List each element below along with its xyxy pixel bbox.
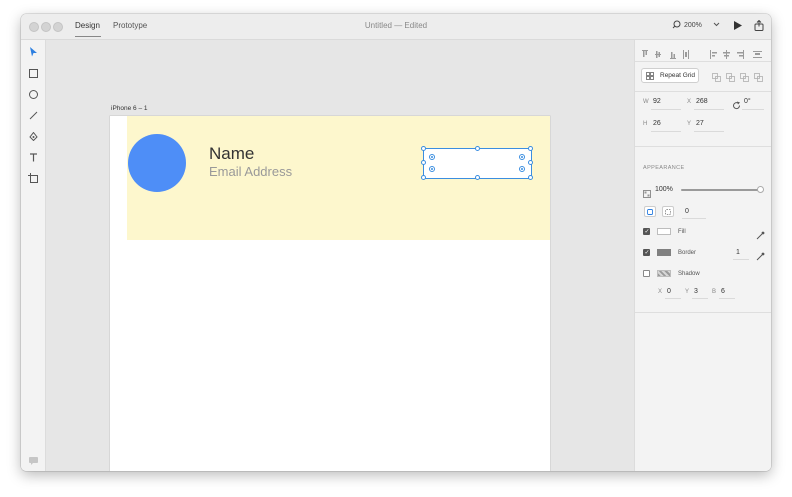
resize-handle[interactable] bbox=[475, 175, 480, 180]
panel-divider bbox=[635, 91, 771, 92]
resize-handle[interactable] bbox=[528, 146, 533, 151]
resize-handle[interactable] bbox=[421, 160, 426, 165]
shadow-y-field[interactable]: 3 bbox=[694, 288, 698, 295]
corner-radius-handle[interactable] bbox=[519, 166, 525, 172]
line-icon[interactable] bbox=[26, 108, 40, 122]
rectangle-icon[interactable] bbox=[26, 66, 40, 80]
play-icon[interactable] bbox=[734, 21, 742, 32]
rotation-underline bbox=[742, 109, 764, 110]
y-underline bbox=[694, 131, 724, 132]
resize-handle[interactable] bbox=[528, 175, 533, 180]
height-underline bbox=[651, 131, 681, 132]
comment-icon[interactable] bbox=[26, 454, 40, 468]
panel-divider bbox=[635, 61, 771, 62]
shadow-blur-field[interactable]: 6 bbox=[721, 288, 725, 295]
share-icon[interactable] bbox=[754, 19, 764, 33]
border-checkbox[interactable] bbox=[643, 249, 650, 256]
shadow-blur-label: B bbox=[712, 289, 717, 295]
artboard-icon[interactable] bbox=[26, 171, 40, 185]
shadow-blur-underline bbox=[719, 298, 735, 299]
width-field[interactable]: 92 bbox=[653, 98, 661, 105]
corner-radius-individual-button[interactable] bbox=[662, 206, 674, 217]
border-label: Border bbox=[678, 250, 697, 256]
document-title: Untitled — Edited bbox=[364, 21, 428, 30]
avatar[interactable] bbox=[128, 134, 186, 192]
shadow-y-underline bbox=[692, 298, 708, 299]
opacity-slider-track[interactable] bbox=[681, 189, 761, 191]
artboard[interactable]: Name Email Address bbox=[110, 116, 550, 471]
search-icon[interactable] bbox=[672, 20, 681, 31]
width-underline bbox=[651, 109, 681, 110]
opacity-slider-thumb[interactable] bbox=[757, 186, 764, 193]
corner-radius-handle[interactable] bbox=[519, 154, 525, 160]
x-underline bbox=[694, 109, 724, 110]
corner-radius-handle[interactable] bbox=[429, 154, 435, 160]
shadow-label: Shadow bbox=[678, 271, 700, 277]
shadow-x-underline bbox=[665, 298, 681, 299]
fill-checkbox[interactable] bbox=[643, 228, 650, 235]
fill-swatch[interactable] bbox=[657, 228, 671, 235]
tab-design-underline bbox=[75, 36, 101, 37]
contact-card[interactable]: Name Email Address bbox=[127, 116, 550, 240]
repeat-grid-label: Repeat Grid bbox=[660, 72, 696, 79]
artboard-label[interactable]: iPhone 6 – 1 bbox=[111, 105, 148, 112]
chevron-down-icon[interactable] bbox=[713, 21, 720, 29]
eyedropper-icon[interactable] bbox=[756, 227, 765, 245]
pen-icon[interactable] bbox=[26, 129, 40, 143]
selected-rectangle[interactable] bbox=[421, 146, 533, 180]
corner-radius-uniform-button[interactable] bbox=[644, 206, 656, 217]
corner-radius-handle[interactable] bbox=[429, 166, 435, 172]
panel-divider bbox=[635, 312, 771, 313]
title-bar: Design Prototype Untitled — Edited 200% bbox=[21, 14, 771, 40]
border-width-field[interactable]: 1 bbox=[736, 249, 740, 256]
shadow-y-label: Y bbox=[685, 289, 690, 295]
property-inspector: Repeat Grid W 92 X 268 0° H 26 Y 27 APPE… bbox=[634, 40, 771, 471]
rotate-icon bbox=[732, 97, 741, 115]
email-text[interactable]: Email Address bbox=[209, 164, 292, 179]
boolean-ops bbox=[712, 70, 764, 88]
border-swatch[interactable] bbox=[657, 249, 671, 256]
appearance-heading: APPEARANCE bbox=[643, 165, 685, 171]
y-field[interactable]: 27 bbox=[696, 120, 704, 127]
fill-label: Fill bbox=[678, 229, 686, 235]
eyedropper-icon[interactable] bbox=[756, 248, 765, 266]
shadow-x-label: X bbox=[658, 289, 663, 295]
panel-divider bbox=[635, 146, 771, 147]
width-label: W bbox=[643, 99, 649, 105]
opacity-value[interactable]: 100% bbox=[655, 186, 673, 193]
ellipse-icon[interactable] bbox=[26, 87, 40, 101]
zoom-level[interactable]: 200% bbox=[684, 22, 702, 29]
design-canvas[interactable]: iPhone 6 – 1 Name Email Address bbox=[46, 40, 634, 471]
shadow-checkbox[interactable] bbox=[643, 270, 650, 277]
resize-handle[interactable] bbox=[528, 160, 533, 165]
grid-icon bbox=[646, 71, 654, 80]
corner-radius-underline bbox=[682, 218, 706, 219]
opacity-icon bbox=[643, 185, 651, 203]
height-field[interactable]: 26 bbox=[653, 120, 661, 127]
y-label: Y bbox=[687, 121, 692, 127]
resize-handle[interactable] bbox=[421, 175, 426, 180]
tools-toolbar bbox=[21, 40, 46, 471]
shadow-swatch[interactable] bbox=[657, 270, 671, 277]
corner-radius-field[interactable]: 0 bbox=[685, 208, 689, 215]
height-label: H bbox=[643, 121, 648, 127]
x-label: X bbox=[687, 99, 692, 105]
app-window: Design Prototype Untitled — Edited 200% bbox=[21, 14, 771, 471]
border-width-underline bbox=[733, 259, 749, 260]
shadow-x-field[interactable]: 0 bbox=[667, 288, 671, 295]
repeat-grid-button[interactable]: Repeat Grid bbox=[641, 68, 699, 83]
text-icon[interactable] bbox=[26, 150, 40, 164]
name-text[interactable]: Name bbox=[209, 144, 254, 164]
align-toolbar bbox=[641, 46, 767, 59]
x-field[interactable]: 268 bbox=[696, 98, 708, 105]
resize-handle[interactable] bbox=[475, 146, 480, 151]
resize-handle[interactable] bbox=[421, 146, 426, 151]
rotation-field[interactable]: 0° bbox=[744, 98, 751, 105]
select-arrow-icon[interactable] bbox=[26, 45, 40, 59]
